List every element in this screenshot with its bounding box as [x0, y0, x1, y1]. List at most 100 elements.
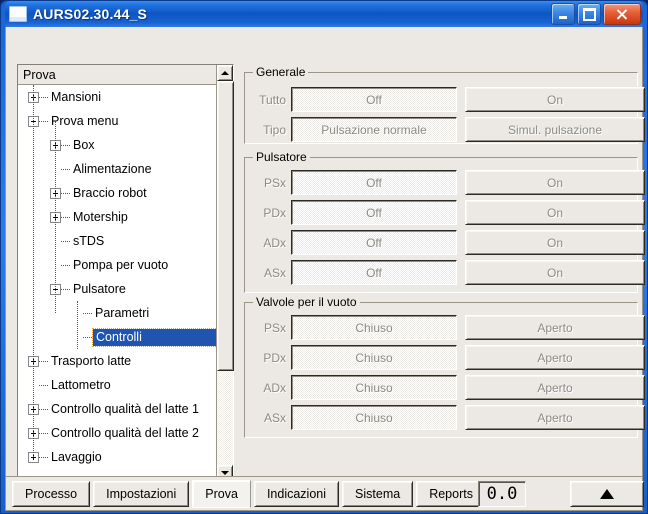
numeric-display: 0.0: [478, 481, 526, 507]
close-icon: [604, 4, 640, 24]
scroll-down-icon: [221, 471, 229, 475]
tab-impostazioni[interactable]: Impostazioni: [93, 481, 190, 507]
scroll-up-icon: [221, 71, 229, 75]
application-window: AURS02.30.44_S Prova Mansioni Prova menu B…: [0, 0, 648, 514]
control-row: PDx Off On: [251, 200, 645, 225]
group-pulsatore: Pulsatore PSx Off On PDx Off On ADx Off On ASx Off O…: [244, 150, 645, 293]
maximize-icon: [578, 4, 600, 24]
row-label: PSx: [263, 320, 286, 335]
button-adx-left[interactable]: Chiuso: [291, 375, 457, 400]
tree-connector: [83, 336, 92, 338]
tree-connector: [39, 360, 48, 362]
tree-item-controlli[interactable]: Controlli: [18, 325, 233, 349]
tree-vertical-scrollbar[interactable]: [216, 65, 234, 481]
tab-processo[interactable]: Processo: [12, 481, 91, 507]
tree-connector-line: [77, 301, 78, 349]
button-tutto-right[interactable]: On: [465, 87, 645, 112]
window-title: AURS02.30.44_S: [33, 6, 148, 22]
tree-item-mansioni[interactable]: Mansioni: [18, 85, 233, 109]
vertical-scroll-thumb[interactable]: [217, 81, 234, 371]
tree-header: Prova: [18, 65, 233, 85]
button-adx-right[interactable]: Aperto: [465, 375, 645, 400]
button-tipo-right[interactable]: Simul. pulsazione: [465, 117, 645, 142]
group-generale: Generale Tutto Off On Tipo Pulsazione normale…: [244, 65, 645, 144]
row-label: Tutto: [259, 92, 286, 107]
button-psx-left[interactable]: Chiuso: [291, 315, 457, 340]
title-bar[interactable]: AURS02.30.44_S: [5, 1, 643, 27]
tree-item-label: Braccio robot: [73, 186, 147, 200]
tree-item-prova-menu[interactable]: Prova menu: [18, 109, 233, 133]
tree-item-label: Mansioni: [51, 90, 102, 104]
button-pdx-right[interactable]: Aperto: [465, 345, 645, 370]
tree-item-label: Box: [73, 138, 95, 152]
control-row: PDx Chiuso Aperto: [251, 345, 645, 370]
button-pdx-left[interactable]: Off: [291, 200, 457, 225]
row-label: ASx: [263, 265, 286, 280]
tree-item-label: Controlli: [92, 327, 230, 347]
group-title: Generale: [253, 65, 309, 79]
tree-connector: [39, 408, 48, 410]
row-label: ADx: [263, 380, 286, 395]
tree-item-parametri[interactable]: Parametri: [18, 301, 233, 325]
tree-item-label: Prova menu: [51, 114, 119, 128]
minimize-icon: [552, 4, 574, 24]
tree-connector: [61, 288, 70, 290]
tree-item-label: Lattometro: [51, 378, 111, 392]
client-area: Prova Mansioni Prova menu Box Alimentazione…: [5, 27, 645, 511]
tree-item-alimentazione[interactable]: Alimentazione: [18, 157, 233, 181]
button-asx-right[interactable]: On: [465, 260, 645, 285]
control-row: Tipo Pulsazione normale Simul. pulsazione: [251, 117, 645, 142]
minimize-button[interactable]: [551, 3, 575, 25]
button-tipo-left[interactable]: Pulsazione normale: [291, 117, 457, 142]
button-pdx-right[interactable]: On: [465, 200, 645, 225]
maximize-button[interactable]: [577, 3, 601, 25]
tree-connector: [39, 120, 48, 122]
triangle-up-icon: [600, 489, 614, 499]
button-adx-right[interactable]: On: [465, 230, 645, 255]
tree-item-lavaggio[interactable]: Lavaggio: [18, 445, 233, 469]
button-pdx-left[interactable]: Chiuso: [291, 345, 457, 370]
tab-reports[interactable]: Reports: [416, 481, 486, 507]
button-asx-left[interactable]: Chiuso: [291, 405, 457, 430]
row-label: ASx: [263, 410, 286, 425]
group-title: Pulsatore: [253, 150, 310, 164]
tree-item-pompa-per-vuoto[interactable]: Pompa per vuoto: [18, 253, 233, 277]
tree-item-label: Trasporto latte: [51, 354, 132, 368]
tree-item-label: Controllo qualità del latte 1: [51, 402, 200, 416]
tree-item-motership[interactable]: Motership: [18, 205, 233, 229]
tree-item-controllo-qualit-del-latte-2[interactable]: Controllo qualità del latte 2: [18, 421, 233, 445]
tree-item-label: Parametri: [95, 306, 150, 320]
button-psx-right[interactable]: Aperto: [465, 315, 645, 340]
tab-prova[interactable]: Prova: [192, 480, 251, 508]
tree-item-box[interactable]: Box: [18, 133, 233, 157]
button-psx-left[interactable]: Off: [291, 170, 457, 195]
tree-connector-line: [55, 121, 56, 313]
scroll-up-page-button[interactable]: [570, 481, 644, 507]
button-tutto-left[interactable]: Off: [291, 87, 457, 112]
tree-item-stds[interactable]: sTDS: [18, 229, 233, 253]
button-adx-left[interactable]: Off: [291, 230, 457, 255]
tree-item-braccio-robot[interactable]: Braccio robot: [18, 181, 233, 205]
row-label: Tipo: [263, 122, 286, 137]
button-asx-right[interactable]: Aperto: [465, 405, 645, 430]
control-row: ADx Off On: [251, 230, 645, 255]
tree-item-label: Pompa per vuoto: [73, 258, 169, 272]
tree-item-label: Motership: [73, 210, 128, 224]
bottom-toolbar: Processo Impostazioni Prova Indicazioni Sist…: [6, 476, 644, 510]
control-row: Tutto Off On: [251, 87, 645, 112]
tree-item-lattometro[interactable]: Lattometro: [18, 373, 233, 397]
tree-connector: [83, 312, 92, 314]
close-button[interactable]: [603, 3, 641, 25]
tree-connector: [61, 192, 70, 194]
tab-sistema[interactable]: Sistema: [342, 481, 414, 507]
tree-item-pulsatore[interactable]: Pulsatore: [18, 277, 233, 301]
button-psx-right[interactable]: On: [465, 170, 645, 195]
row-label: PSx: [263, 175, 286, 190]
tree-item-trasporto-latte[interactable]: Trasporto latte: [18, 349, 233, 373]
button-asx-left[interactable]: Off: [291, 260, 457, 285]
scroll-up-button[interactable]: [217, 65, 233, 81]
tree-item-label: Controllo qualità del latte 2: [51, 426, 200, 440]
tab-indicazioni[interactable]: Indicazioni: [253, 481, 340, 507]
tree-body[interactable]: Mansioni Prova menu Box Alimentazione Bracci…: [18, 85, 233, 481]
tree-item-controllo-qualit-del-latte-1[interactable]: Controllo qualità del latte 1: [18, 397, 233, 421]
